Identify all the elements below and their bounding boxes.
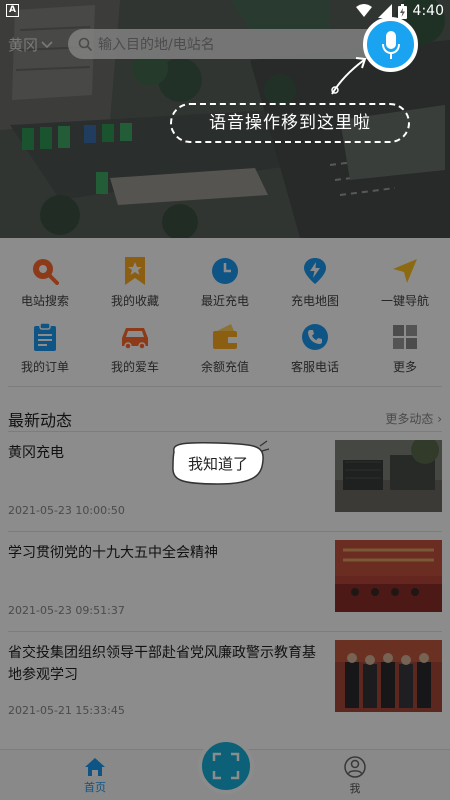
grid-row: 电站搜索 我的收藏 最近充电 充电地图 一键导航 [0, 256, 450, 322]
grid-item-station-search[interactable]: 电站搜索 [0, 256, 90, 322]
city-name: 黄冈 [8, 36, 39, 54]
news-header: 最新动态 更多动态 › [8, 404, 442, 430]
city-selector[interactable]: 黄冈 [8, 34, 53, 55]
scan-icon [212, 752, 240, 780]
more-news-link[interactable]: 更多动态 › [385, 410, 442, 427]
grid-row: 我的订单 我的爱车 余额充值 客服电话 更多 [0, 322, 450, 388]
navigation-arrow-icon [390, 256, 420, 286]
grid-item-label: 我的订单 [20, 360, 69, 374]
search-icon [78, 37, 93, 51]
tab-home[interactable]: 首页 [55, 750, 135, 800]
got-it-label: 我知道了 [187, 455, 248, 473]
grid-item-more[interactable]: 更多 [360, 322, 450, 388]
news-item[interactable]: 学习贯彻党的十九大五中全会精神 2021-05-23 09:51:37 [8, 532, 442, 632]
grid-item-navigation[interactable]: 一键导航 [360, 256, 450, 322]
status-icons: 4:40 [355, 1, 444, 21]
grid-item-my-car[interactable]: 我的爱车 [90, 322, 180, 388]
battery-icon [397, 3, 407, 19]
grid-item-label: 更多 [392, 360, 417, 374]
news-thumbnail [335, 440, 442, 512]
news-section-title: 最新动态 [8, 411, 73, 430]
favorite-star-icon [120, 256, 150, 286]
grid-item-label: 一键导航 [380, 294, 429, 308]
status-bar: A 4:40 [0, 0, 450, 24]
microphone-icon [381, 30, 400, 59]
grid-item-favorites[interactable]: 我的收藏 [90, 256, 180, 322]
phone-icon [300, 322, 330, 352]
grid-item-recharge[interactable]: 余额充值 [180, 322, 270, 388]
divider [8, 386, 442, 387]
grid-item-label: 我的收藏 [110, 294, 159, 308]
news-item-title: 黄冈充电 [8, 445, 64, 461]
function-grid: 电站搜索 我的收藏 最近充电 充电地图 一键导航 我的订单 我的爱车 余额充值 … [0, 256, 450, 388]
news-item-date: 2021-05-23 09:51:37 [8, 604, 125, 617]
got-it-button[interactable]: 我知道了 [168, 440, 270, 490]
home-icon [85, 757, 105, 776]
voice-guide-tip: 语音操作移到这里啦 [170, 103, 410, 143]
news-item[interactable]: 省交投集团组织领导干部赴省党风廉政警示教育基地参观学习 2021-05-21 1… [8, 632, 442, 732]
grid-item-label: 我的爱车 [110, 360, 159, 374]
car-icon [120, 322, 150, 352]
tab-me-label: 我 [349, 781, 361, 795]
news-thumbnail [335, 640, 442, 712]
more-news-label: 更多动态 [385, 412, 434, 426]
wifi-icon [355, 4, 372, 17]
signal-icon [377, 4, 392, 18]
more-grid-icon [390, 322, 420, 352]
news-item-title: 省交投集团组织领导干部赴省党风廉政警示教育基地参观学习 [8, 645, 316, 683]
station-search-icon [30, 256, 60, 286]
guide-arrow-icon [331, 57, 367, 95]
grid-item-recent-charge[interactable]: 最近充电 [180, 256, 270, 322]
news-item-date: 2021-05-23 10:00:50 [8, 504, 125, 517]
grid-item-service-phone[interactable]: 客服电话 [270, 322, 360, 388]
clock-icon [210, 256, 240, 286]
map-pin-icon [300, 256, 330, 286]
scan-button[interactable] [198, 738, 254, 794]
clock-time: 4:40 [412, 3, 444, 19]
clipboard-icon [30, 322, 60, 352]
grid-item-label: 余额充值 [200, 360, 249, 374]
tab-home-label: 首页 [84, 780, 106, 794]
grid-item-label: 充电地图 [290, 294, 339, 308]
news-item-date: 2021-05-21 15:33:45 [8, 704, 125, 717]
grid-item-label: 客服电话 [290, 360, 339, 374]
notification-icon: A [6, 4, 19, 17]
news-thumbnail [335, 540, 442, 612]
user-icon [344, 755, 366, 778]
grid-item-orders[interactable]: 我的订单 [0, 322, 90, 388]
grid-item-label: 最近充电 [200, 294, 249, 308]
grid-item-charge-map[interactable]: 充电地图 [270, 256, 360, 322]
news-item-title: 学习贯彻党的十九大五中全会精神 [8, 545, 218, 561]
tab-me[interactable]: 我 [315, 750, 395, 800]
grid-item-label: 电站搜索 [20, 294, 69, 308]
search-placeholder: 输入目的地/电站名 [98, 37, 215, 53]
wallet-icon [210, 322, 240, 352]
chevron-down-icon [41, 40, 53, 48]
